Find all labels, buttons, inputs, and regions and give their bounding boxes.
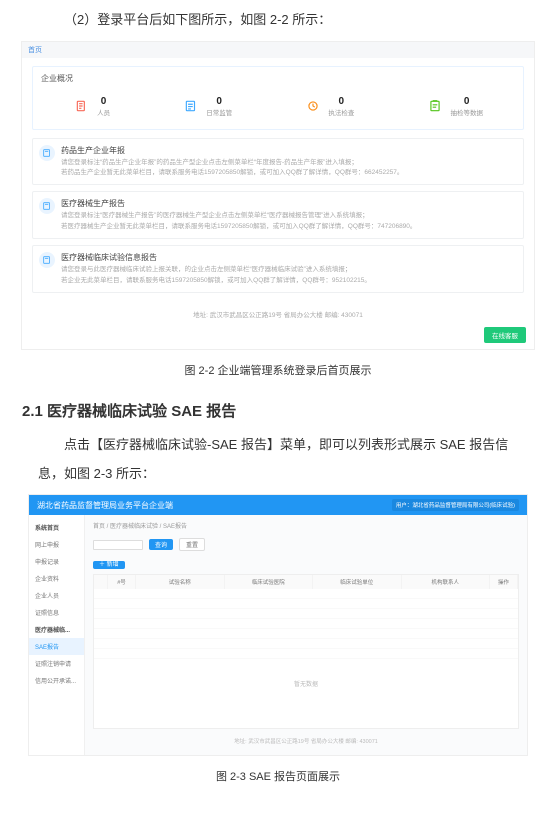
th-no: #号	[108, 575, 136, 589]
figure-2-2-caption: 图 2-2 企业端管理系统登录后首页展示	[0, 362, 556, 378]
notice-device-prod: 医疗器械生产报告 请您登录标注“医疗器械生产报告”的医疗器械生产型企业点击左侧菜…	[32, 191, 524, 239]
table-head: #号 试验名称 临床试验医院 临床试验单位 机构联系人 操作	[94, 575, 518, 589]
enforce-icon	[304, 97, 322, 115]
notice-body: 若医疗器械生产企业暂无此菜单栏目，请联系服务电话1597205850解锁，或可加…	[61, 222, 515, 232]
stat-people: 0人员	[73, 96, 110, 117]
app-title: 湖北省药品监督管理局业务平台企业端	[37, 500, 173, 511]
notice-drug-annual: 药品生产企业年报 请您登录标注“药品生产企业年报”的药品生产型企业点击左侧菜单栏…	[32, 138, 524, 186]
stat-num: 0	[339, 96, 345, 107]
figure-2-2: 首页 企业概况 0人员 0日常监管 0执法检查 0抽检等数据	[21, 41, 535, 350]
stat-label: 日常监管	[206, 107, 232, 117]
reset-button[interactable]: 重置	[179, 538, 205, 551]
sample-icon	[426, 97, 444, 115]
sidebar-item-apply[interactable]: 网上申报	[29, 536, 84, 553]
online-service-button[interactable]: 在线客服	[484, 327, 526, 343]
bell-icon	[39, 145, 55, 161]
notice-body: 若企业无此菜单栏目，请联系服务电话1597205850解锁，或可加入QQ群了解详…	[61, 276, 515, 286]
daily-icon	[182, 97, 200, 115]
table-empty-rows	[94, 589, 518, 659]
notice-title: 药品生产企业年报	[61, 145, 515, 156]
footer-address: 地址: 武汉市武昌区公正路19号 省局办公大楼 邮编: 430071	[22, 299, 534, 323]
th-trial-name: 试验名称	[136, 575, 225, 589]
th-hospital: 临床试验医院	[225, 575, 314, 589]
stat-num: 0	[101, 96, 107, 107]
main-area: 首页 / 医疗器械临床试验 / SAE报告 查询 重置 ＋ 新增 #号 试验名称…	[85, 515, 527, 755]
stat-sample: 0抽检等数据	[426, 96, 483, 117]
th-unit: 临床试验单位	[313, 575, 402, 589]
overview-title: 企业概况	[33, 67, 523, 90]
sidebar-item-entinfo[interactable]: 企业资料	[29, 570, 84, 587]
new-button[interactable]: ＋ 新增	[93, 561, 125, 569]
sidebar-item-home[interactable]: 系统首页	[29, 519, 84, 536]
bell-icon	[39, 198, 55, 214]
sidebar-item-records[interactable]: 申报记录	[29, 553, 84, 570]
notice-title: 医疗器械生产报告	[61, 198, 515, 209]
stat-num: 0	[464, 96, 470, 107]
section-2-1-heading: 2.1 医疗器械临床试验 SAE 报告	[0, 394, 556, 431]
th-ops: 操作	[490, 575, 518, 589]
sae-table: #号 试验名称 临床试验医院 临床试验单位 机构联系人 操作 暂无数据	[93, 574, 519, 729]
th-contact: 机构联系人	[402, 575, 491, 589]
breadcrumb: 首页 / 医疗器械临床试验 / SAE报告	[89, 519, 523, 536]
sidebar-item-credit[interactable]: 信用公开承诺...	[29, 672, 84, 689]
table-no-data: 暂无数据	[94, 659, 518, 728]
stat-label: 抽检等数据	[450, 107, 483, 117]
filter-row: 查询 重置	[89, 536, 523, 557]
footer-address: 地址: 武汉市武昌区公正路19号 省局办公大楼 邮编: 430071	[89, 731, 523, 751]
doc-paragraph-2: 点击【医疗器械临床试验-SAE 报告】菜单，即可以列表形式展示 SAE 报告信息…	[0, 431, 556, 488]
sidebar-item-sae[interactable]: SAE报告	[29, 638, 84, 655]
stat-label: 人员	[97, 107, 110, 117]
user-badge[interactable]: 用户：湖北省药品监督管理局有限公司(临床试验)	[392, 499, 519, 511]
notice-clinical-trial: 医疗器械临床试验信息报告 请您登录与此医疗器械临床试验上报关联，的企业点击左侧菜…	[32, 245, 524, 293]
notice-body: 请您登录与此医疗器械临床试验上报关联，的企业点击左侧菜单栏“医疗器械临床试验”进…	[61, 265, 515, 275]
figure-2-3: 湖北省药品监督管理局业务平台企业端 用户：湖北省药品监督管理局有限公司(临床试验…	[28, 494, 528, 756]
bell-icon	[39, 252, 55, 268]
sidebar-item-staff[interactable]: 企业人员	[29, 587, 84, 604]
notice-body: 若药品生产企业暂无此菜单栏目，请联系服务电话1597205850解锁，或可加入Q…	[61, 168, 515, 178]
sidebar-item-license[interactable]: 证照信息	[29, 604, 84, 621]
breadcrumb: 首页	[22, 42, 534, 58]
stats-row: 0人员 0日常监管 0执法检查 0抽检等数据	[33, 90, 523, 129]
stat-daily: 0日常监管	[182, 96, 232, 117]
sidebar-item-clinical[interactable]: 医疗器械临...	[29, 621, 84, 638]
search-button[interactable]: 查询	[149, 539, 173, 550]
notice-body: 请您登录标注“药品生产企业年报”的药品生产型企业点击左侧菜单栏“年度报告-药品生…	[61, 158, 515, 168]
doc-paragraph-1: （2）登录平台后如下图所示，如图 2-2 所示：	[0, 6, 556, 35]
stat-num: 0	[216, 96, 222, 107]
app-topbar: 湖北省药品监督管理局业务平台企业端 用户：湖北省药品监督管理局有限公司(临床试验…	[29, 495, 527, 515]
sidebar: 系统首页 网上申报 申报记录 企业资料 企业人员 证照信息 医疗器械临... S…	[29, 515, 85, 755]
sidebar-item-cancel[interactable]: 证照注销申请	[29, 655, 84, 672]
overview-card: 企业概况 0人员 0日常监管 0执法检查 0抽检等数据	[32, 66, 524, 130]
th-check[interactable]	[94, 575, 108, 589]
notice-body: 请您登录标注“医疗器械生产报告”的医疗器械生产型企业点击左侧菜单栏“医疗器械报告…	[61, 211, 515, 221]
filter-select-1[interactable]	[93, 540, 143, 550]
stat-enforce: 0执法检查	[304, 96, 354, 117]
figure-2-3-caption: 图 2-3 SAE 报告页面展示	[0, 768, 556, 784]
stat-label: 执法检查	[328, 107, 354, 117]
notice-title: 医疗器械临床试验信息报告	[61, 252, 515, 263]
people-icon	[73, 97, 91, 115]
